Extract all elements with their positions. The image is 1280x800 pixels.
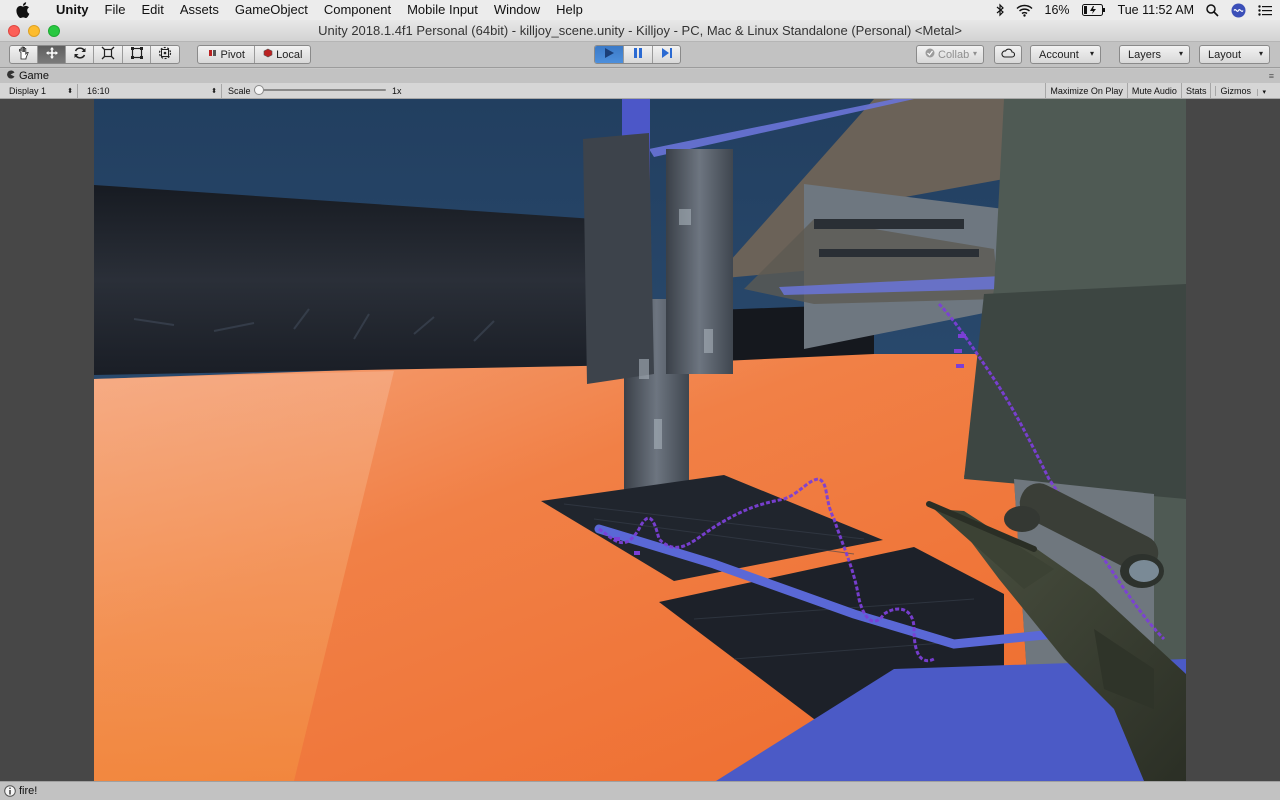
rect-icon (130, 46, 144, 63)
hand-icon (17, 46, 31, 63)
layout-dropdown[interactable]: Layout ▾ (1199, 45, 1270, 64)
account-label: Account (1039, 48, 1079, 61)
local-label: Local (276, 48, 303, 61)
local-toggle[interactable]: Local (255, 46, 310, 63)
menu-help[interactable]: Help (548, 0, 591, 20)
display-label: Display 1 (9, 86, 47, 96)
chevron-down-icon: ▾ (972, 49, 977, 58)
collab-dropdown[interactable]: Collab ▾ (916, 45, 984, 64)
scale-icon (101, 46, 115, 63)
pivot-toggle[interactable]: Pivot (198, 46, 256, 63)
pause-icon (632, 47, 644, 62)
chevron-down-icon: ▾ (1178, 49, 1183, 58)
rect-tool-button[interactable] (123, 46, 151, 63)
scale-value: 1x (392, 86, 402, 96)
main-toolbar: Pivot Local Collab ▾ Account ▾ Layers ▾ … (0, 42, 1280, 68)
cloud-button[interactable] (994, 45, 1022, 64)
battery-charging-icon[interactable] (1081, 4, 1106, 16)
menu-assets[interactable]: Assets (172, 0, 227, 20)
rotate-tool-button[interactable] (66, 46, 94, 63)
window-close-button[interactable] (8, 25, 20, 37)
transform-icon (158, 46, 172, 63)
bluetooth-icon[interactable] (996, 3, 1004, 17)
chevron-updown-icon: ⬍ (211, 88, 217, 95)
notification-center-icon[interactable] (1258, 4, 1272, 16)
stats-toggle[interactable]: Stats (1180, 83, 1211, 99)
game-pacman-icon (6, 70, 15, 82)
play-icon (603, 47, 615, 62)
menu-gameobject[interactable]: GameObject (227, 0, 316, 20)
game-tab-bar: Game ≡ (0, 69, 1280, 83)
pivot-label: Pivot (220, 48, 245, 61)
move-tool-button[interactable] (38, 46, 66, 63)
tab-game-label: Game (19, 70, 49, 82)
chevron-down-icon: ▾ (1089, 49, 1094, 58)
tab-game[interactable]: Game (6, 69, 49, 83)
transform-tools (9, 45, 180, 64)
pause-button[interactable] (624, 46, 653, 63)
spotlight-search-icon[interactable] (1206, 3, 1219, 17)
hand-tool-button[interactable] (10, 46, 38, 63)
gizmos-dropdown[interactable]: Gizmos ▾ (1210, 83, 1274, 99)
display-dropdown[interactable]: Display 1 ⬍ (4, 84, 78, 98)
menu-file[interactable]: File (97, 0, 134, 20)
play-button[interactable] (595, 46, 624, 63)
layers-dropdown[interactable]: Layers ▾ (1119, 45, 1190, 64)
chevron-down-icon: ▾ (1258, 49, 1263, 58)
game-scene-render (94, 99, 1186, 781)
window-title: Unity 2018.1.4f1 Personal (64bit) - kill… (318, 23, 962, 38)
system-menu-bar: Unity File Edit Assets GameObject Compon… (0, 0, 1280, 20)
collab-check-icon (925, 48, 935, 61)
siri-icon[interactable] (1231, 3, 1246, 18)
local-icon (263, 48, 273, 61)
game-view-toolbar: Display 1 ⬍ 16:10 ⬍ Scale 1x Maximize On… (0, 83, 1280, 99)
playmode-controls (594, 45, 681, 64)
cloud-icon (1001, 48, 1016, 61)
console-status-bar[interactable]: fire! (0, 781, 1280, 800)
status-message: fire! (19, 785, 38, 797)
scale-slider-knob[interactable] (254, 85, 264, 95)
transform-tool-button[interactable] (151, 46, 179, 63)
menu-component[interactable]: Component (316, 0, 399, 20)
pivot-icon (208, 48, 218, 61)
scale-label: Scale (228, 86, 251, 96)
window-titlebar: Unity 2018.1.4f1 Personal (64bit) - kill… (0, 20, 1280, 42)
menu-window[interactable]: Window (486, 0, 548, 20)
pivot-group: Pivot Local (197, 45, 311, 64)
window-minimize-button[interactable] (28, 25, 40, 37)
move-icon (45, 46, 59, 63)
step-button[interactable] (653, 46, 680, 63)
info-icon (4, 785, 16, 797)
wifi-icon[interactable] (1016, 4, 1033, 17)
battery-percent: 16% (1044, 3, 1070, 17)
account-dropdown[interactable]: Account ▾ (1030, 45, 1101, 64)
scale-slider-track (254, 89, 386, 91)
aspect-label: 16:10 (87, 86, 110, 96)
scale-tool-button[interactable] (94, 46, 123, 63)
chevron-updown-icon: ⬍ (67, 88, 73, 95)
layers-label: Layers (1128, 48, 1162, 61)
tab-menu-icon[interactable]: ≡ (1269, 71, 1274, 81)
game-viewport[interactable] (94, 99, 1186, 781)
menu-mobile-input[interactable]: Mobile Input (399, 0, 486, 20)
window-maximize-button[interactable] (48, 25, 60, 37)
step-icon (661, 47, 673, 62)
maximize-on-play-toggle[interactable]: Maximize On Play (1045, 83, 1127, 99)
menu-app-unity[interactable]: Unity (48, 0, 97, 20)
rotate-icon (73, 46, 87, 63)
chevron-down-icon: ▾ (1257, 89, 1270, 96)
mute-audio-toggle[interactable]: Mute Audio (1126, 83, 1181, 99)
apple-icon[interactable] (16, 2, 32, 18)
game-view-area (0, 99, 1280, 781)
aspect-dropdown[interactable]: 16:10 ⬍ (82, 84, 222, 98)
scale-slider[interactable] (254, 85, 386, 95)
collab-label: Collab (938, 48, 970, 61)
gizmos-label: Gizmos (1215, 86, 1255, 96)
layout-label: Layout (1208, 48, 1242, 61)
menubar-clock[interactable]: Tue 11:52 AM (1118, 3, 1194, 17)
menu-edit[interactable]: Edit (133, 0, 171, 20)
